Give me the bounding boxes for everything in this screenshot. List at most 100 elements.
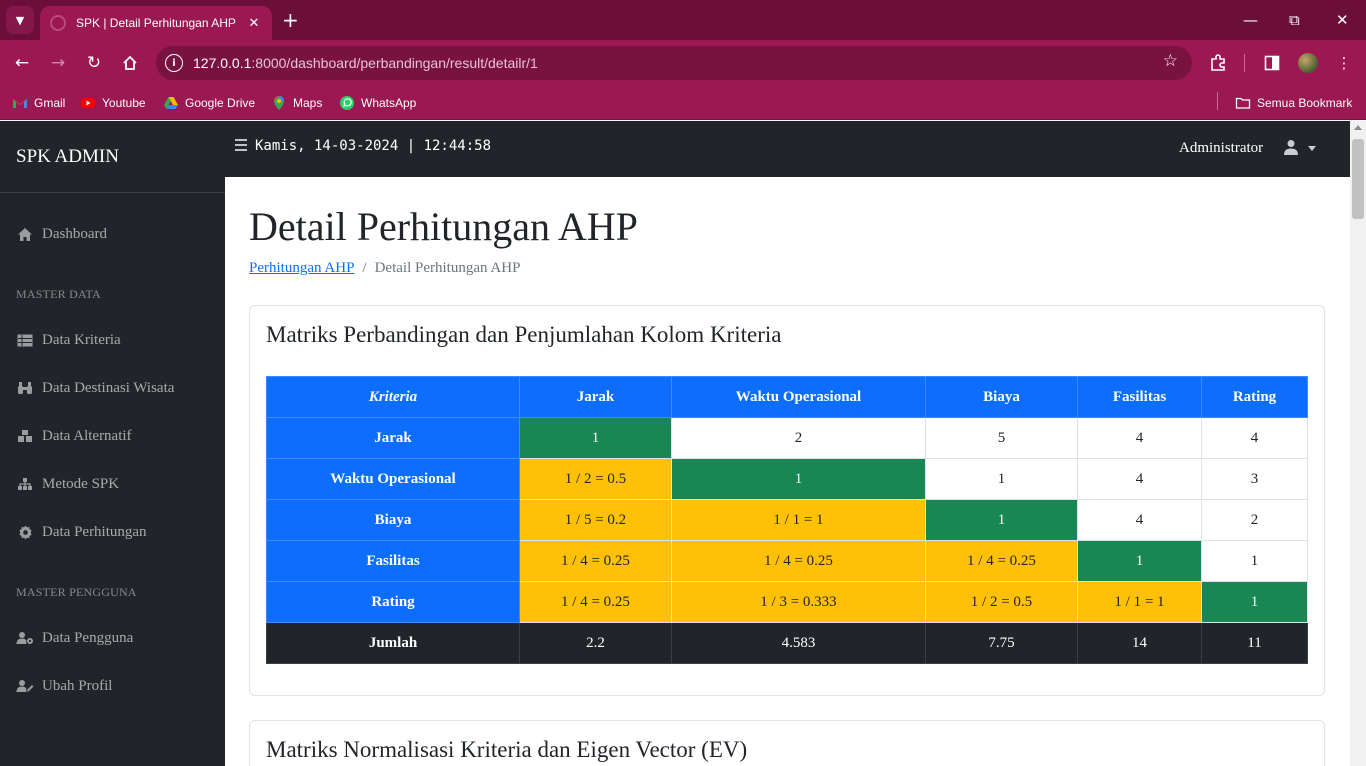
extensions-icon[interactable] [1207, 52, 1229, 74]
card-title: Matriks Perbandingan dan Penjumlahan Kol… [266, 322, 782, 347]
sum-cell: 4.583 [671, 622, 926, 664]
sidebar-item-data-perhitungan[interactable]: Data Perhitungan [16, 520, 147, 544]
bookmark-youtube[interactable]: Youtube [80, 92, 146, 114]
table-cell: 2 [671, 417, 926, 459]
all-bookmarks-folder[interactable]: Semua Bookmark [1235, 92, 1352, 114]
sidebar-item-data-pengguna[interactable]: Data Pengguna [16, 626, 133, 650]
table-cell: 1 / 5 = 0.2 [519, 499, 672, 541]
row-header: Fasilitas [266, 540, 520, 582]
sum-cell: 7.75 [925, 622, 1078, 664]
table-cell: 1 / 2 = 0.5 [925, 581, 1078, 623]
restore-icon[interactable]: ⧉ [1289, 8, 1300, 32]
column-header: Kriteria [266, 376, 520, 418]
url-text[interactable]: 127.0.0.1:8000/dashboard/perbandingan/re… [193, 55, 538, 71]
table-row: Biaya 1 / 5 = 0.2 1 / 1 = 1 1 4 2 [266, 499, 1308, 541]
table-cell: 1 / 2 = 0.5 [519, 458, 672, 500]
forward-arrow-icon[interactable]: → [46, 51, 70, 75]
comparison-matrix-card: Matriks Perbandingan dan Penjumlahan Kol… [249, 305, 1325, 696]
sidebar-item-ubah-profil[interactable]: Ubah Profil [16, 674, 112, 698]
bookmark-gmail[interactable]: Gmail [12, 92, 65, 114]
table-cell: 4 [1201, 417, 1308, 459]
bookmark-maps[interactable]: Maps [271, 92, 322, 114]
row-header: Biaya [266, 499, 520, 541]
sum-cell: 14 [1077, 622, 1202, 664]
row-header: Waktu Operasional [266, 458, 520, 500]
table-cell: 4 [1077, 417, 1202, 459]
main-content: Detail Perhitungan AHP Perhitungan AHP / D… [225, 177, 1350, 766]
table-cell: 3 [1201, 458, 1308, 500]
comparison-matrix-table: Kriteria Jarak Waktu Operasional Biaya F… [266, 376, 1308, 664]
sidebar-item-dashboard[interactable]: Dashboard [16, 222, 107, 246]
browser-menu-icon[interactable]: ⋮ [1333, 52, 1355, 74]
row-header: Jarak [266, 417, 520, 459]
reload-icon[interactable]: ↻ [82, 51, 106, 75]
cubes-icon [16, 428, 34, 444]
user-edit-icon [16, 678, 34, 694]
table-cell: 1 / 4 = 0.25 [519, 540, 672, 582]
table-cell: 4 [1077, 458, 1202, 500]
table-row: Fasilitas 1 / 4 = 0.25 1 / 4 = 0.25 1 / … [266, 540, 1308, 582]
table-cell: 1 [671, 458, 926, 500]
folder-icon [1235, 97, 1251, 109]
page-scrollbar[interactable] [1350, 121, 1366, 766]
sidebar-item-data-kriteria[interactable]: Data Kriteria [16, 328, 121, 352]
table-cell: 1 / 1 = 1 [671, 499, 926, 541]
sidebar-toggle-icon[interactable] [235, 139, 247, 151]
bookmark-whatsapp[interactable]: WhatsApp [339, 92, 416, 114]
whatsapp-icon [340, 96, 354, 110]
tab-close-icon[interactable]: ✕ [246, 16, 262, 31]
table-cell: 1 [519, 417, 672, 459]
table-cell: 5 [925, 417, 1078, 459]
table-cell: 2 [1201, 499, 1308, 541]
bookmark-star-icon[interactable]: ☆ [1163, 51, 1178, 71]
side-panel-icon[interactable] [1261, 52, 1283, 74]
card-title: Matriks Normalisasi Kriteria dan Eigen V… [266, 737, 748, 762]
tab-search-button[interactable]: ▼ [6, 6, 34, 34]
normalization-matrix-card: Matriks Normalisasi Kriteria dan Eigen V… [249, 720, 1325, 766]
new-tab-button[interactable]: + [282, 8, 299, 32]
bookmark-google-drive[interactable]: Google Drive [163, 92, 255, 114]
browser-toolbar: ← → ↻ i 127.0.0.1:8000/dashboard/perband… [0, 40, 1366, 86]
user-dropdown-caret-icon[interactable] [1308, 146, 1316, 151]
scrollbar-thumb[interactable] [1352, 139, 1364, 219]
table-cell: 1 [925, 458, 1078, 500]
sum-row: Jumlah 2.2 4.583 7.75 14 11 [266, 622, 1308, 664]
row-header: Rating [266, 581, 520, 623]
browser-profile-avatar[interactable] [1298, 53, 1318, 73]
site-info-icon[interactable]: i [165, 54, 183, 72]
user-icon[interactable] [1283, 139, 1299, 155]
bookmarks-divider [1217, 92, 1218, 110]
user-name[interactable]: Administrator [1179, 140, 1263, 157]
users-gear-icon [16, 630, 34, 646]
minimize-icon[interactable]: — [1243, 8, 1258, 32]
window-close-icon[interactable]: ✕ [1336, 8, 1349, 32]
sidebar-item-data-destinasi-wisata[interactable]: Data Destinasi Wisata [16, 376, 174, 400]
back-arrow-icon[interactable]: ← [10, 51, 34, 75]
breadcrumb: Perhitungan AHP / Detail Perhitungan AHP [249, 260, 520, 277]
table-cell: 1 / 4 = 0.25 [925, 540, 1078, 582]
table-row: Waktu Operasional 1 / 2 = 0.5 1 1 4 3 [266, 458, 1308, 500]
sum-cell: 11 [1201, 622, 1308, 664]
sum-label: Jumlah [266, 622, 520, 664]
table-cell: 1 / 1 = 1 [1077, 581, 1202, 623]
sum-cell: 2.2 [519, 622, 672, 664]
page-title: Detail Perhitungan AHP [249, 204, 638, 249]
breadcrumb-current: Detail Perhitungan AHP [374, 260, 521, 276]
scroll-up-arrow-icon[interactable] [1354, 125, 1362, 130]
breadcrumb-link-perhitungan-ahp[interactable]: Perhitungan AHP [249, 260, 354, 276]
table-row: Rating 1 / 4 = 0.25 1 / 3 = 0.333 1 / 2 … [266, 581, 1308, 623]
address-bar[interactable]: i 127.0.0.1:8000/dashboard/perbandingan/… [156, 46, 1192, 80]
youtube-icon [81, 98, 95, 108]
column-header: Fasilitas [1077, 376, 1202, 418]
table-header-row: Kriteria Jarak Waktu Operasional Biaya F… [266, 376, 1308, 418]
browser-tab-strip: ▼ SPK | Detail Perhitungan AHP ✕ + — ⧉ ✕ [0, 0, 1366, 40]
brand-logo[interactable]: SPK ADMIN [0, 121, 225, 193]
sidebar-item-metode-spk[interactable]: Metode SPK [16, 472, 119, 496]
home-icon [16, 226, 34, 242]
active-tab[interactable]: SPK | Detail Perhitungan AHP ✕ [40, 6, 272, 40]
sidebar-item-data-alternatif[interactable]: Data Alternatif [16, 424, 132, 448]
binoculars-icon [16, 380, 34, 396]
home-icon[interactable] [118, 51, 142, 75]
table-cell: 1 [1201, 540, 1308, 582]
sidebar-heading-master-pengguna: MASTER PENGGUNA [16, 585, 137, 599]
